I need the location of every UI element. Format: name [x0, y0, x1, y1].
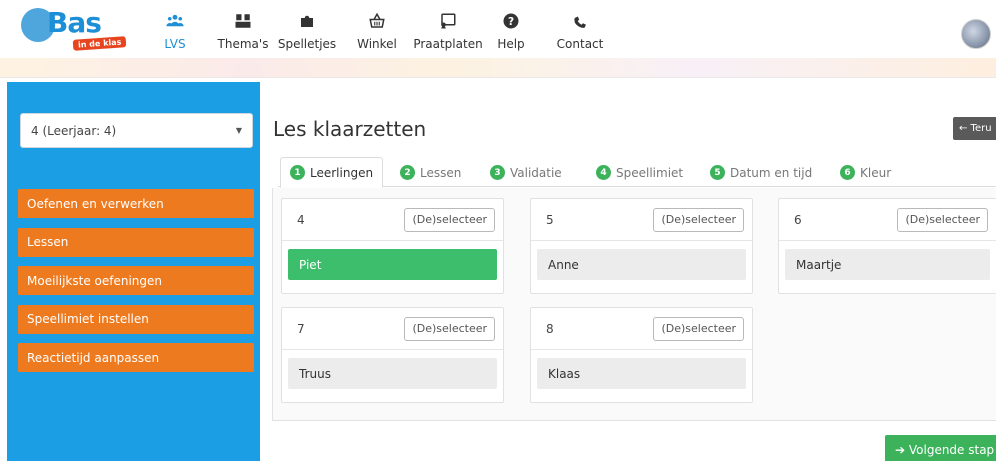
svg-text:?: ? [508, 16, 514, 28]
student-item[interactable]: Piet [288, 249, 497, 280]
nav-item-winkel[interactable]: Winkel [354, 8, 400, 64]
question-icon: ? [503, 13, 519, 29]
toggle-select-button[interactable]: (De)selecteer [404, 207, 495, 232]
sidebar: 4 (Leerjaar: 4) ▼ Oefenen en verwerken L… [7, 82, 260, 461]
tab-speellimiet[interactable]: 4 Speellimiet [596, 157, 683, 188]
menu-item-lessen[interactable]: Lessen [18, 227, 254, 257]
sidebar-menu: Oefenen en verwerken Lessen Moeilijkste … [18, 189, 254, 382]
nav-label-help: Help [497, 37, 525, 51]
tab-kleur[interactable]: 6 Kleur [840, 157, 891, 188]
group-card-header: 8 (De)selecteer [531, 308, 752, 350]
group-card-header: 4 (De)selecteer [282, 199, 503, 241]
group-card: 6 (De)selecteer Maartje [778, 198, 996, 294]
nav-item-lvs[interactable]: LVS [163, 8, 187, 64]
nav-label-contact: Contact [556, 37, 604, 51]
nav-label-winkel: Winkel [357, 37, 397, 51]
nav-label-lvs: LVS [164, 37, 186, 51]
toggle-select-button[interactable]: (De)selecteer [653, 316, 744, 341]
bas-logo[interactable]: Bas in de klas [17, 6, 137, 54]
group-number: 6 [794, 212, 802, 227]
tab-leerlingen[interactable]: 1 Leerlingen [280, 157, 384, 188]
nav-item-help[interactable]: ? Help [496, 8, 526, 64]
menu-item-moeilijkste[interactable]: Moeilijkste oefeningen [18, 266, 254, 295]
nav-label-spelletjes: Spelletjes [277, 37, 337, 51]
logo-text: Bas [47, 6, 102, 39]
group-card-body: Truus [282, 350, 503, 402]
group-card-body: Maartje [779, 241, 996, 293]
user-avatar[interactable] [961, 19, 991, 49]
back-button[interactable]: ← Teru [953, 117, 996, 140]
group-number: 7 [297, 321, 305, 336]
menu-item-reactietijd[interactable]: Reactietijd aanpassen [18, 343, 254, 372]
group-card: 4 (De)selecteer Piet [281, 198, 504, 294]
themes-icon [235, 14, 251, 28]
tab-label: Kleur [860, 165, 892, 180]
tab-number: 6 [840, 165, 855, 180]
nav-item-spelletjes[interactable]: Spelletjes [277, 8, 337, 64]
tab-lessen[interactable]: 2 Lessen [400, 157, 461, 188]
menu-item-speellimiet[interactable]: Speellimiet instellen [18, 304, 254, 334]
student-item[interactable]: Klaas [537, 358, 746, 389]
tab-label: Lessen [420, 165, 462, 180]
group-card: 7 (De)selecteer Truus [281, 307, 504, 403]
group-card-header: 7 (De)selecteer [282, 308, 503, 350]
picture-icon [441, 13, 456, 29]
shop-icon [369, 12, 385, 28]
tab-datum-en-tijd[interactable]: 5 Datum en tijd [710, 157, 812, 188]
tab-label: Speellimiet [616, 165, 684, 180]
group-card-body: Klaas [531, 350, 752, 402]
group-card-header: 5 (De)selecteer [531, 199, 752, 241]
next-step-button[interactable]: ➔ Volgende stap [885, 435, 996, 461]
tab-label: Leerlingen [310, 165, 374, 180]
tab-number: 2 [400, 165, 415, 180]
group-card-header: 6 (De)selecteer [779, 199, 996, 241]
group-card-body: Piet [282, 241, 503, 293]
logo-subtitle: in de klas [72, 36, 127, 51]
menu-item-oefenen[interactable]: Oefenen en verwerken [18, 189, 254, 218]
top-header: Bas in de klas LVS Thema's Spelletjes Wi… [0, 0, 996, 78]
tab-label: Validatie [510, 165, 562, 180]
group-card: 5 (De)selecteer Anne [530, 198, 753, 294]
phone-icon [574, 16, 586, 28]
tab-number: 1 [290, 165, 305, 180]
nav-item-themas[interactable]: Thema's [213, 8, 273, 64]
caret-down-icon: ▼ [235, 126, 242, 135]
student-item[interactable]: Truus [288, 358, 497, 389]
toggle-select-button[interactable]: (De)selecteer [897, 207, 988, 232]
puzzle-icon [301, 15, 313, 27]
tab-number: 3 [490, 165, 505, 180]
nav-label-themas: Thema's [217, 37, 269, 51]
page-title: Les klaarzetten [273, 117, 427, 141]
tab-number: 4 [596, 165, 611, 180]
nav-label-praatplaten: Praatplaten [413, 37, 483, 51]
nav-item-praatplaten[interactable]: Praatplaten [408, 8, 488, 64]
class-select[interactable]: 4 (Leerjaar: 4) ▼ [20, 113, 253, 148]
group-number: 8 [546, 321, 554, 336]
class-select-value: 4 (Leerjaar: 4) [31, 123, 117, 138]
student-item[interactable]: Anne [537, 249, 746, 280]
group-card: 8 (De)selecteer Klaas [530, 307, 753, 403]
toggle-select-button[interactable]: (De)selecteer [404, 316, 495, 341]
users-icon [166, 14, 184, 27]
group-number: 4 [297, 212, 305, 227]
step-tabs: 1 Leerlingen 2 Lessen 3 Validatie 4 Spee… [278, 157, 996, 188]
tab-label: Datum en tijd [730, 165, 813, 180]
tab-number: 5 [710, 165, 725, 180]
group-number: 5 [546, 212, 554, 227]
student-item[interactable]: Maartje [785, 249, 990, 280]
nav-item-contact[interactable]: Contact [555, 8, 605, 64]
group-card-body: Anne [531, 241, 752, 293]
toggle-select-button[interactable]: (De)selecteer [653, 207, 744, 232]
tab-validatie[interactable]: 3 Validatie [490, 157, 562, 188]
